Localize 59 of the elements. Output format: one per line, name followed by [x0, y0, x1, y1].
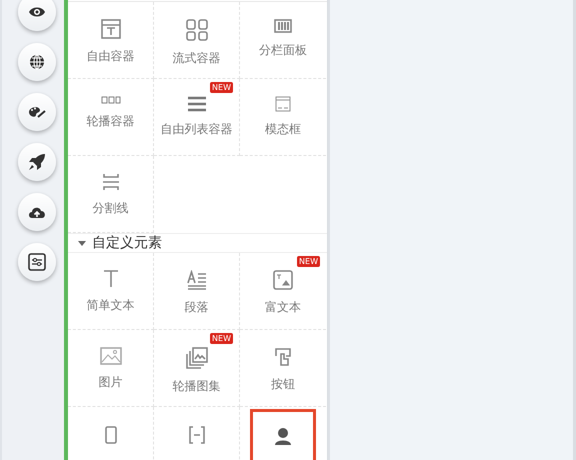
tile-label: 分割线 [92, 200, 128, 217]
component-tile[interactable]: 模态框 [240, 79, 326, 156]
tile-label: 轮播容器 [86, 113, 134, 130]
new-badge: NEW [210, 82, 233, 93]
rail-button[interactable] [18, 143, 56, 181]
tile-label: 轮播图集 [172, 378, 220, 395]
paragraph-icon [186, 270, 206, 290]
component-tile[interactable]: 段落 [154, 253, 240, 330]
tile-label: 自由列表容器 [160, 121, 232, 138]
user-icon [273, 426, 293, 446]
section-title: 自定义元素 [92, 234, 162, 252]
phone-icon [104, 426, 116, 444]
tile-label: 简单文本 [86, 297, 134, 314]
list-icon [186, 96, 206, 112]
hand-click-icon [273, 347, 293, 367]
new-badge: NEW [297, 256, 320, 267]
rocket-icon [27, 152, 47, 172]
sliders-icon [28, 253, 46, 271]
component-tile[interactable]: NEW 轮播图集 [154, 330, 240, 407]
gallery-icon [186, 347, 208, 369]
rail-button[interactable] [18, 193, 56, 231]
tile-label: 模态框 [265, 121, 301, 138]
rail-button[interactable] [18, 0, 56, 31]
tile-label: 分栏面板 [259, 42, 307, 59]
component-tile[interactable]: 轮播容器 [68, 79, 154, 156]
tile-label: 自由容器 [86, 48, 134, 65]
globe-icon [29, 54, 45, 70]
component-tile[interactable]: 按钮 [240, 330, 326, 407]
rich-text-icon [273, 270, 293, 290]
tile-label: 图片 [98, 374, 122, 391]
carousel-icon [100, 96, 120, 104]
divider-icon [102, 173, 120, 191]
component-tile[interactable]: 流式容器 [154, 2, 240, 79]
columns-icon [274, 19, 292, 33]
tile-label: 流式容器 [172, 50, 220, 67]
container-icon [100, 19, 120, 39]
tile-label: 段落 [184, 299, 208, 316]
grid-icon [186, 19, 208, 41]
component-tile[interactable]: 自由容器 [68, 2, 154, 79]
input-icon [188, 426, 206, 444]
component-tile[interactable]: 分栏面板 [240, 2, 326, 79]
tile-label: 按钮 [271, 376, 295, 393]
eye-icon [28, 6, 46, 18]
component-tile[interactable]: 简单文本 [68, 253, 154, 330]
rail-button[interactable] [18, 243, 56, 281]
component-tile[interactable]: 图片 [68, 330, 154, 407]
component-tile[interactable]: 分割线 [68, 156, 154, 233]
component-tile[interactable]: NEW 自由列表容器 [154, 79, 240, 156]
palette-icon [28, 105, 46, 119]
new-badge: NEW [210, 333, 233, 344]
image-icon [100, 347, 122, 365]
text-icon [102, 270, 118, 288]
section-header[interactable]: 自定义元素 [68, 233, 327, 253]
modal-window-icon [275, 96, 291, 112]
component-tile[interactable]: NEW 富文本 [240, 253, 326, 330]
rail-button[interactable] [18, 43, 56, 81]
rail-button[interactable] [18, 93, 56, 131]
cloud-upload-icon [27, 205, 47, 219]
tile-label: 富文本 [265, 299, 301, 316]
